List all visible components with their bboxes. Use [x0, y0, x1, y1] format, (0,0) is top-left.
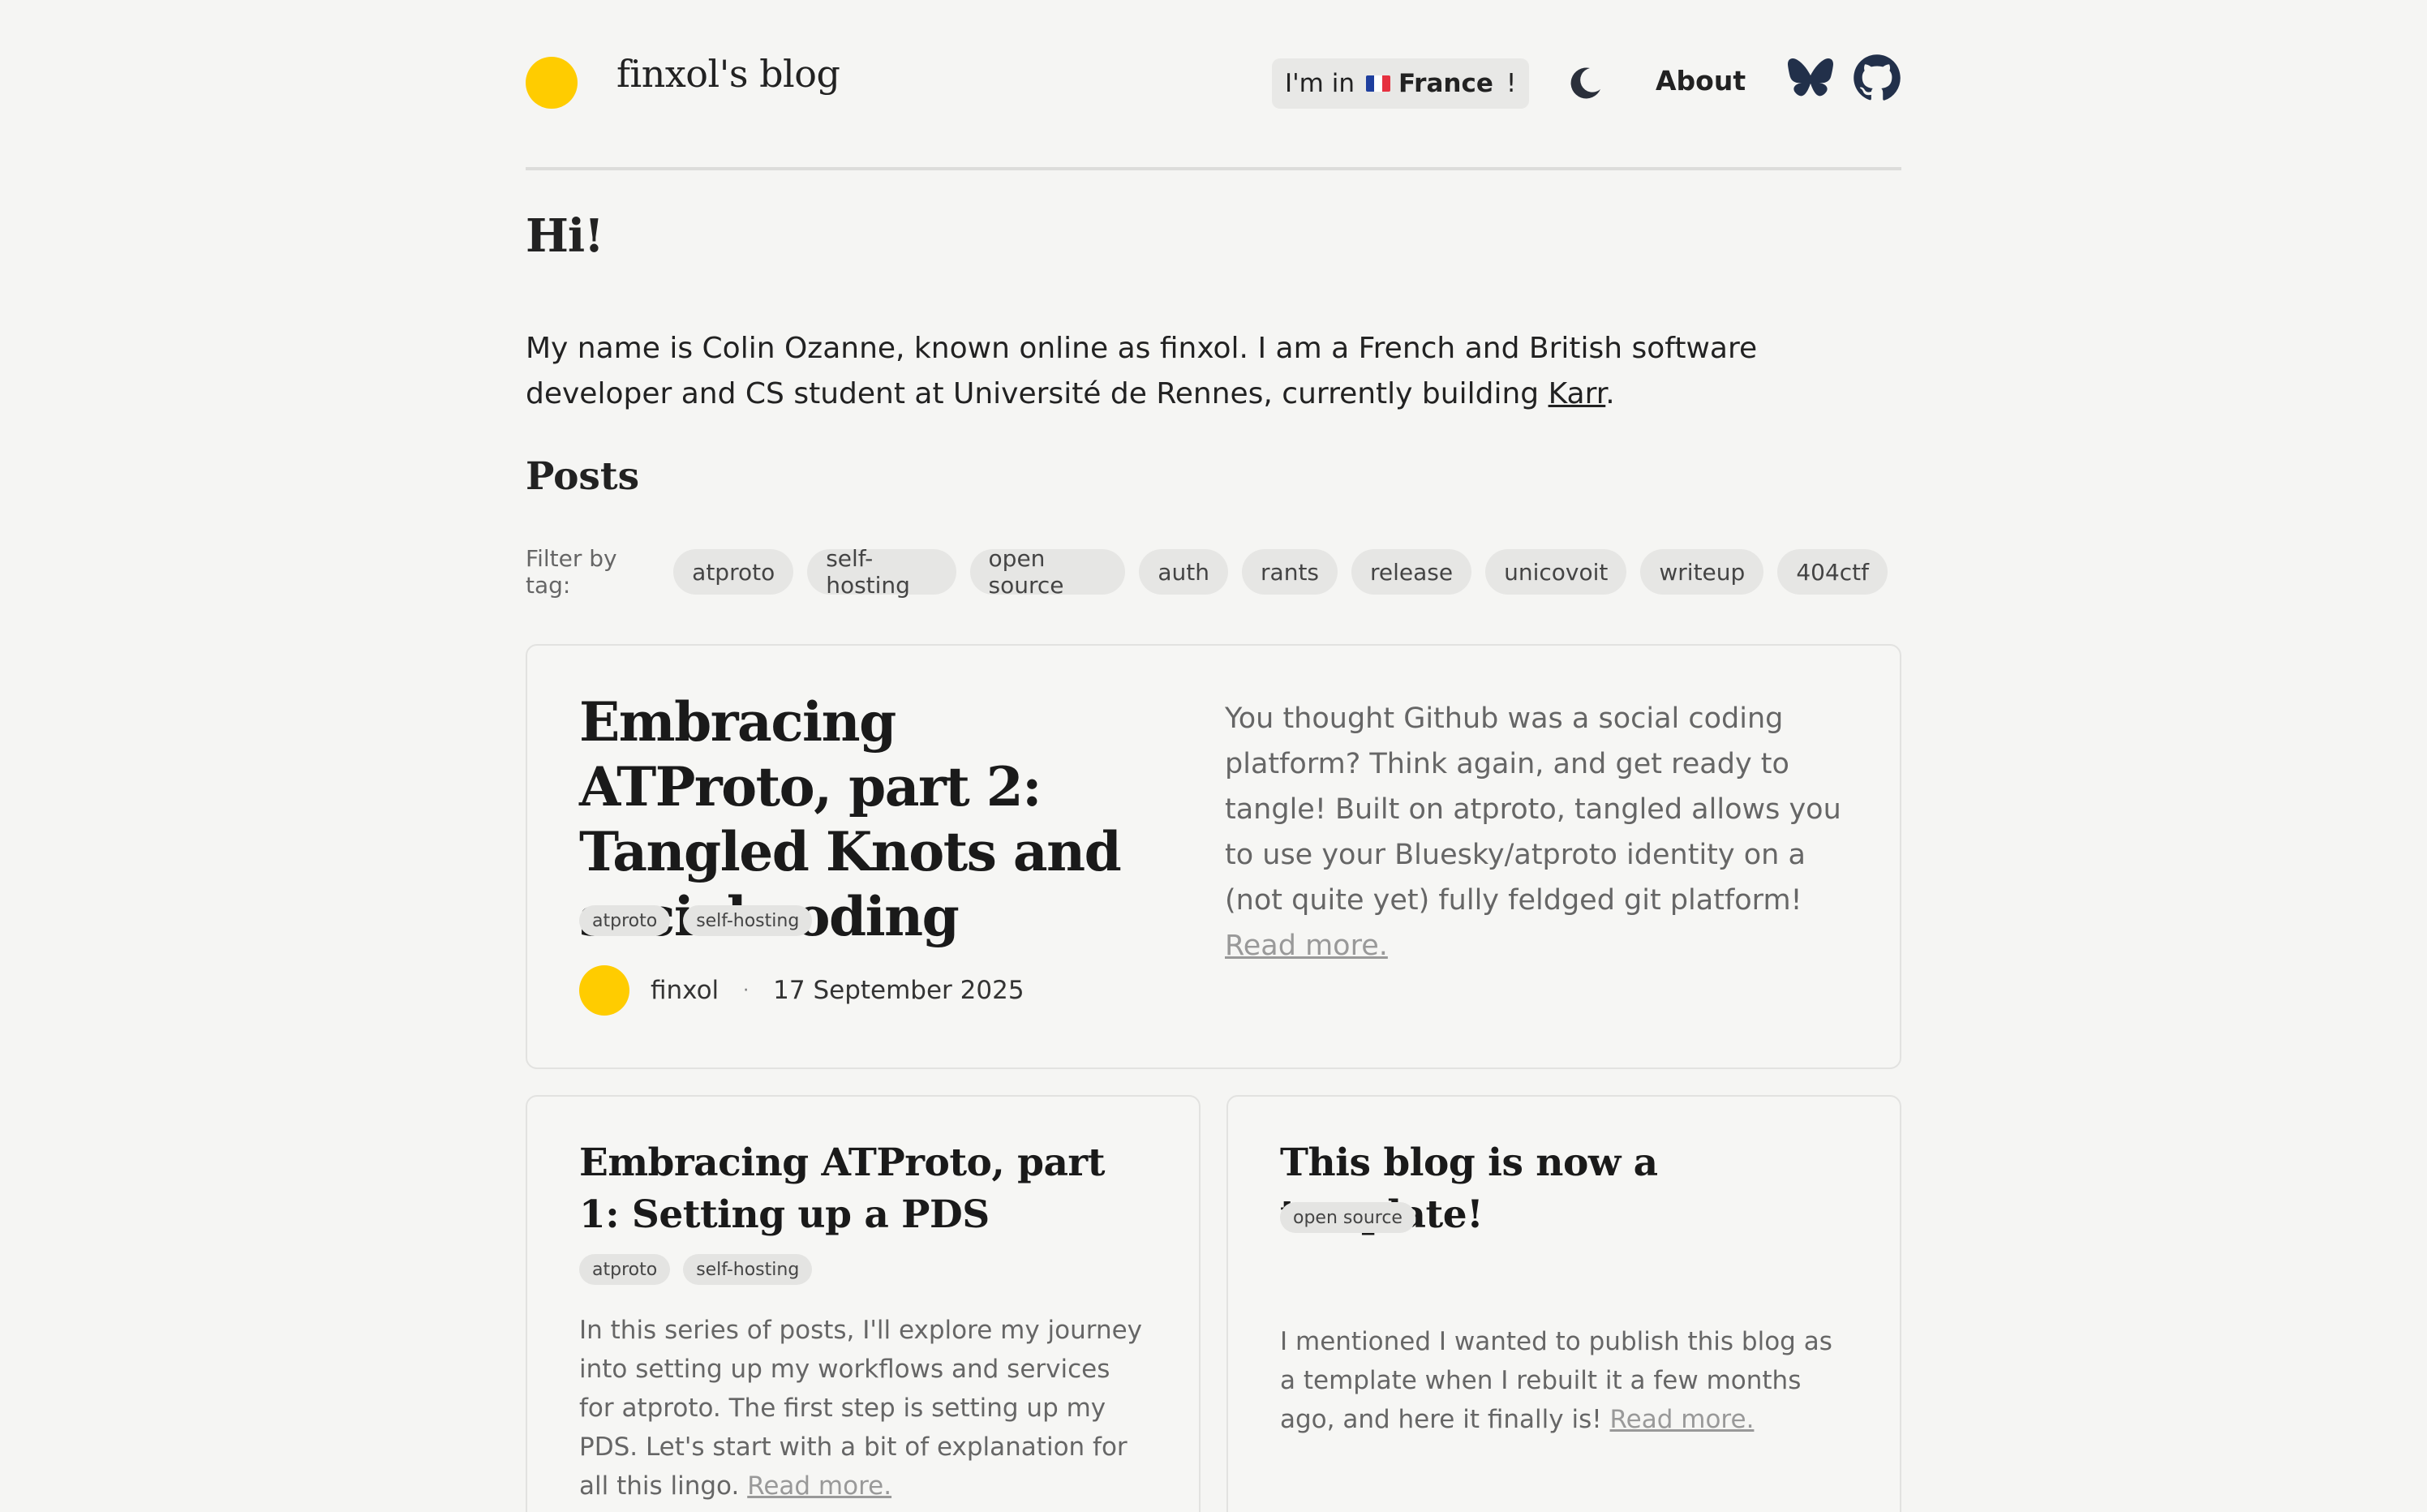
intro-text-end: .	[1605, 377, 1615, 410]
post-author[interactable]: finxol	[651, 976, 719, 1005]
post-card[interactable]: Embracing ATProto, part 1: Setting up a …	[526, 1095, 1201, 1512]
read-more-link[interactable]: Read more.	[1225, 930, 1388, 962]
meta-separator: ·	[743, 980, 750, 1001]
post-tag[interactable]: self-hosting	[683, 905, 813, 936]
filter-tag-rants[interactable]: rants	[1242, 549, 1338, 595]
post-tags: atproto self-hosting	[579, 1254, 825, 1285]
post-meta: finxol · 17 September 2025	[579, 965, 1024, 1016]
filter-tag-unicovoit[interactable]: unicovoit	[1485, 549, 1627, 595]
moon-icon[interactable]	[1566, 63, 1604, 102]
post-tags: open source	[1280, 1202, 1428, 1233]
read-more-link[interactable]: Read more.	[1610, 1405, 1755, 1434]
excerpt-text: You thought Github was a social coding p…	[1225, 702, 1841, 917]
karr-link[interactable]: Karr	[1549, 377, 1606, 410]
post-tag[interactable]: open source	[1280, 1202, 1415, 1233]
post-title[interactable]: Embracing ATProto, part 1: Setting up a …	[579, 1137, 1147, 1241]
featured-post-card[interactable]: Embracing ATProto, part 2: Tangled Knots…	[526, 644, 1901, 1069]
filter-tag-auth[interactable]: auth	[1139, 549, 1229, 595]
bluesky-butterfly-icon[interactable]	[1787, 57, 1834, 99]
post-tag[interactable]: atproto	[579, 905, 671, 936]
post-tags: atproto self-hosting	[579, 905, 825, 936]
site-header: finxol's blog I'm in France ! About	[526, 0, 1901, 170]
filter-tag-open-source[interactable]: open source	[969, 545, 1126, 599]
filter-tag-self-hosting[interactable]: self-hosting	[807, 545, 956, 599]
location-prefix: I'm in	[1285, 69, 1355, 98]
post-tag[interactable]: atproto	[579, 1254, 671, 1285]
main-container: finxol's blog I'm in France ! About Hi! …	[526, 0, 1901, 1512]
greeting-heading: Hi!	[526, 209, 604, 263]
site-logo[interactable]	[526, 57, 578, 109]
location-badge: I'm in France !	[1272, 58, 1530, 109]
filter-tag-release[interactable]: release	[1351, 549, 1472, 595]
author-avatar	[579, 965, 629, 1016]
location-country: France	[1398, 69, 1493, 98]
filter-tag-writeup[interactable]: writeup	[1640, 549, 1764, 595]
post-tag[interactable]: self-hosting	[683, 1254, 813, 1285]
filter-tag-atproto[interactable]: atproto	[673, 549, 794, 595]
post-excerpt: In this series of posts, I'll explore my…	[579, 1311, 1147, 1506]
filter-tag-404ctf[interactable]: 404ctf	[1777, 549, 1888, 595]
post-excerpt: I mentioned I wanted to publish this blo…	[1280, 1322, 1848, 1439]
page: finxol's blog I'm in France ! About Hi! …	[0, 0, 2427, 1512]
filter-label: Filter by tag:	[526, 545, 617, 599]
post-excerpt: You thought Github was a social coding p…	[1225, 696, 1858, 969]
github-icon[interactable]	[1853, 54, 1901, 102]
posts-heading: Posts	[526, 454, 640, 499]
intro-paragraph: My name is Colin Ozanne, known online as…	[526, 326, 1901, 417]
site-title[interactable]: finxol's blog	[616, 52, 840, 96]
france-flag-icon	[1365, 75, 1390, 92]
nav-about-link[interactable]: About	[1656, 65, 1746, 97]
post-date: 17 September 2025	[773, 976, 1024, 1005]
post-card[interactable]: This blog is now a template! open source…	[1226, 1095, 1901, 1512]
location-suffix: !	[1506, 69, 1517, 98]
read-more-link[interactable]: Read more.	[747, 1471, 891, 1501]
tag-filter: Filter by tag: atproto self-hosting open…	[526, 545, 1901, 599]
